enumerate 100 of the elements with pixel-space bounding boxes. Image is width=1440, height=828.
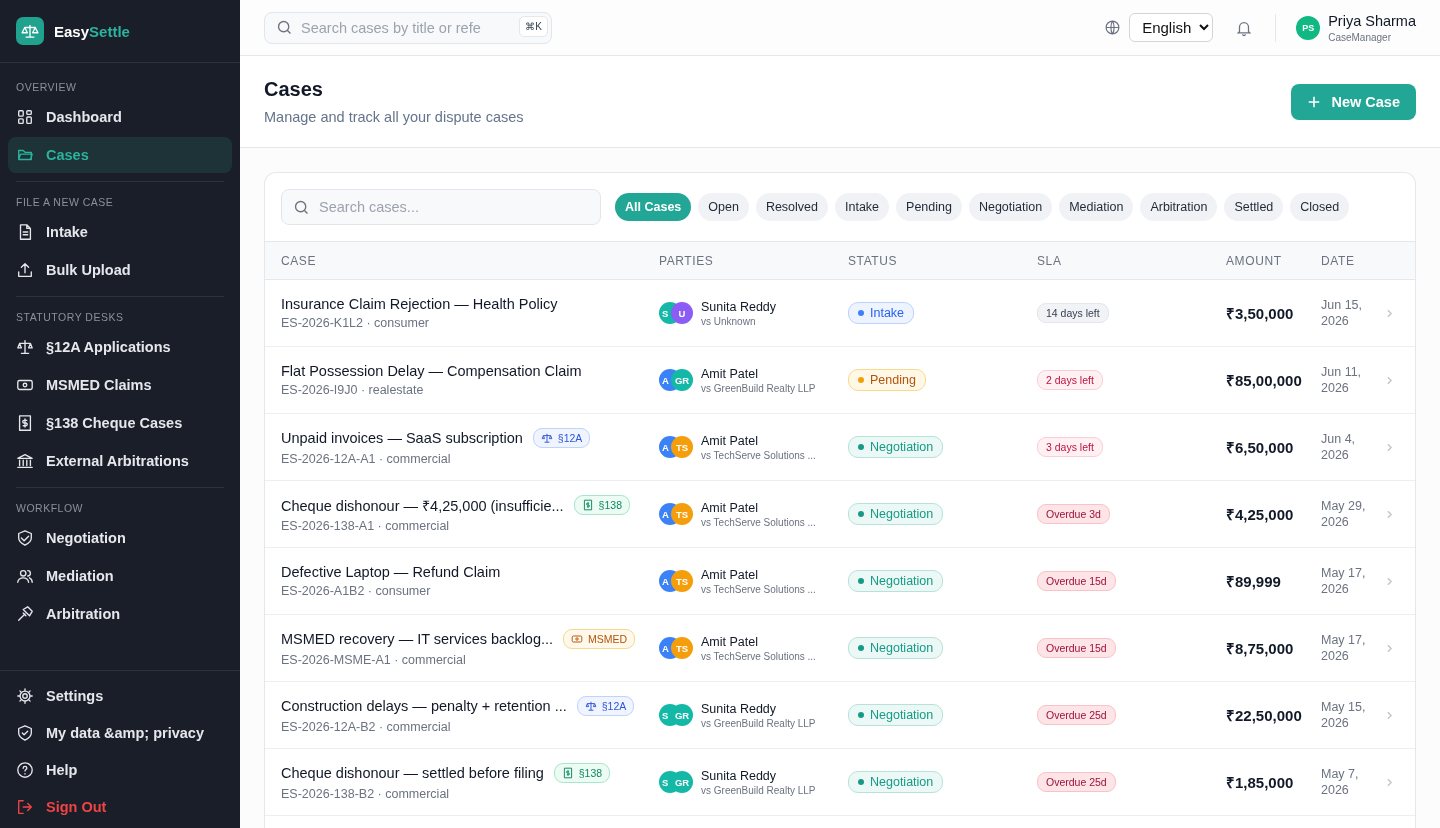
scale-logo-icon — [16, 17, 44, 45]
sidebar-item[interactable]: §12A Applications — [8, 329, 232, 365]
case-amount: ₹3,50,000 — [1226, 305, 1294, 322]
plus-icon — [1307, 94, 1322, 109]
sla-badge: Overdue 15d — [1037, 571, 1116, 591]
case-amount: ₹4,25,000 — [1226, 506, 1294, 523]
party-avatar: GR — [671, 369, 693, 391]
filter-chip[interactable]: Closed — [1290, 193, 1350, 221]
party-name: Amit Patel — [701, 366, 759, 381]
filter-chip[interactable]: Negotiation — [968, 193, 1053, 221]
case-date: Jun 15, 2026 — [1321, 296, 1363, 330]
case-reference: ES-2026-12A-A1 · commercial — [281, 452, 452, 466]
column-header: SLA — [1037, 253, 1063, 268]
page-subtitle: Manage and track all your dispute cases — [264, 109, 524, 125]
case-date: Jun 11, 2026 — [1321, 363, 1363, 397]
section-heading: OVERVIEW — [16, 81, 78, 95]
upload-icon — [16, 261, 34, 279]
case-amount: ₹89,999 — [1226, 573, 1281, 590]
sla-badge: 14 days left — [1037, 303, 1109, 323]
receipt-icon — [16, 414, 34, 432]
case-title[interactable]: Construction delays — penalty + retention ... — [281, 698, 567, 714]
status-badge: Negotiation — [848, 503, 944, 525]
globe-icon — [1104, 19, 1122, 36]
case-date: May 15, 2026 — [1321, 698, 1367, 732]
case-title[interactable]: Cheque dishonour — settled before filing — [281, 765, 544, 781]
sidebar-item[interactable]: External Arbitrations — [8, 443, 232, 479]
party-avatar: U — [671, 302, 693, 324]
language-select[interactable]: English — [1129, 13, 1214, 42]
user-role: CaseManager — [1328, 31, 1392, 43]
case-title[interactable]: Flat Possession Delay — Compensation Claim — [281, 363, 582, 379]
sidebar-item[interactable]: Negotiation — [8, 520, 232, 556]
filter-chip[interactable]: Settled — [1224, 193, 1284, 221]
party-name: Sunita Reddy — [701, 701, 778, 716]
column-header: PARTIES — [659, 253, 715, 268]
sidebar-item[interactable]: Bulk Upload — [8, 252, 232, 288]
case-amount: ₹8,75,000 — [1226, 640, 1294, 657]
sidebar-item[interactable]: Dashboard — [8, 99, 232, 135]
statute-tag: §138 — [573, 495, 630, 515]
section-heading: FILE A NEW CASE — [16, 196, 115, 210]
opponent-name: vs TechServe Solutions ... — [701, 650, 816, 662]
case-date: May 7, 2026 — [1321, 765, 1360, 799]
sidebar-item[interactable]: My data &amp; privacy — [8, 714, 232, 751]
sidebar-item[interactable]: §138 Cheque Cases — [8, 405, 232, 441]
case-title[interactable]: Defective Laptop — Refund Claim — [281, 564, 501, 580]
scale-icon — [584, 700, 597, 712]
statute-tag: §138 — [553, 763, 611, 783]
sidebar-item[interactable]: Mediation — [8, 558, 232, 594]
case-date: May 17, 2026 — [1321, 564, 1367, 598]
sidebar-item[interactable]: Intake — [8, 214, 232, 250]
filter-chip[interactable]: Pending — [896, 193, 962, 221]
sidebar-item[interactable]: Help — [8, 751, 232, 788]
status-badge: Negotiation — [848, 704, 944, 726]
help-icon — [16, 760, 34, 779]
case-title[interactable]: Unpaid invoices — SaaS subscription — [281, 430, 523, 446]
opponent-name: vs GreenBuild Realty LLP — [701, 717, 816, 729]
case-reference: ES-2026-12A-B2 · commercial — [281, 720, 452, 734]
opponent-name: vs Unknown — [701, 315, 757, 327]
filter-chip[interactable]: Arbitration — [1140, 193, 1218, 221]
search-field[interactable]: Search cases... — [281, 189, 601, 225]
case-title[interactable]: MSMED recovery — IT services backlog... — [281, 631, 554, 647]
case-amount: ₹85,00,000 — [1226, 372, 1302, 389]
statute-tag: §12A — [532, 428, 591, 448]
case-reference: ES-2026-K1L2 · consumer — [281, 316, 430, 330]
sidebar-item[interactable]: Cases — [8, 137, 232, 173]
filter-chip[interactable]: Intake — [835, 193, 890, 221]
case-title[interactable]: Insurance Claim Rejection — Health Policy — [281, 296, 558, 312]
filter-chip[interactable]: Open — [698, 193, 749, 221]
filter-chip[interactable]: Mediation — [1059, 193, 1134, 221]
page-title: Cases — [264, 78, 324, 101]
sidebar-item[interactable]: Sign Out — [8, 788, 232, 825]
case-amount: ₹22,50,000 — [1226, 707, 1302, 724]
case-title[interactable]: Cheque dishonour — ₹4,25,000 (insufficie... — [281, 495, 564, 515]
cash-icon — [571, 633, 584, 645]
opponent-name: vs TechServe Solutions ... — [701, 449, 816, 461]
statute-tag: §12A — [576, 696, 635, 716]
shield-icon — [16, 723, 34, 742]
receipt-icon — [581, 499, 594, 511]
brand-name: EasySettle — [54, 22, 130, 40]
party-avatar: TS — [671, 503, 693, 525]
sidebar-item[interactable]: Settings — [8, 677, 232, 714]
filter-chip[interactable]: Resolved — [755, 193, 828, 221]
sla-badge: Overdue 15d — [1037, 638, 1116, 658]
sidebar-item[interactable]: Arbitration — [8, 596, 232, 632]
party-name: Amit Patel — [701, 567, 759, 582]
logout-icon — [16, 797, 34, 816]
statute-tag: MSMED — [563, 629, 636, 649]
sla-badge: 3 days left — [1037, 437, 1103, 457]
party-name: Amit Patel — [701, 433, 759, 448]
opponent-name: vs TechServe Solutions ... — [701, 516, 816, 528]
case-reference: ES-2026-I9J0 · realestate — [281, 383, 425, 397]
sla-badge: Overdue 3d — [1037, 504, 1110, 524]
sla-badge: Overdue 25d — [1037, 705, 1116, 725]
opponent-name: vs GreenBuild Realty LLP — [701, 784, 816, 796]
party-name: Sunita Reddy — [701, 299, 777, 314]
party-name: Amit Patel — [701, 634, 759, 649]
gavel-icon — [16, 605, 34, 623]
sla-badge: Overdue 25d — [1037, 772, 1116, 792]
people-icon — [16, 567, 34, 585]
sidebar-item[interactable]: MSMED Claims — [8, 367, 232, 403]
column-header: CASE — [281, 253, 318, 268]
